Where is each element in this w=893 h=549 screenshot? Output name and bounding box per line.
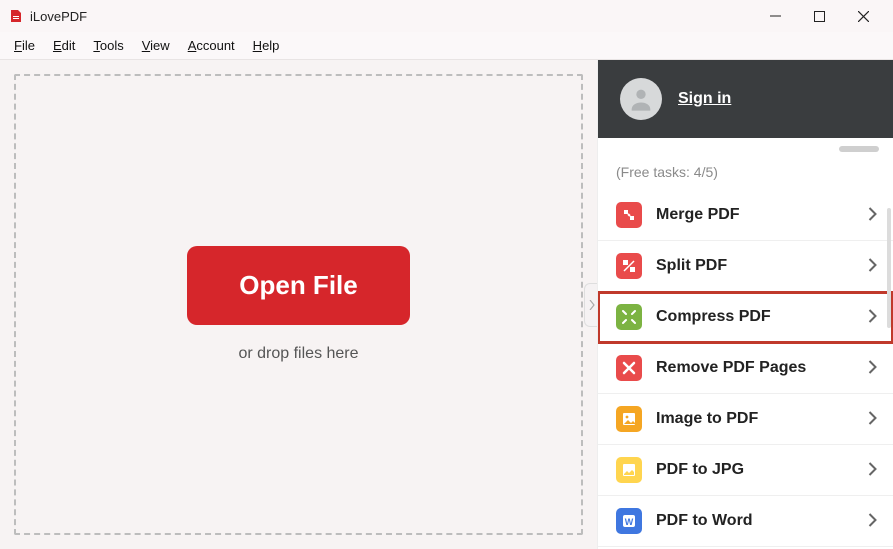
window-title: iLovePDF	[30, 9, 87, 24]
compress-icon	[616, 304, 642, 330]
tool-list: Merge PDF Split PDF Compress PDF Remove PDF…	[598, 190, 893, 547]
scrollbar[interactable]	[887, 208, 891, 328]
open-file-button[interactable]: Open File	[187, 246, 409, 325]
chevron-right-icon	[868, 411, 877, 428]
title-bar: iLovePDF	[0, 0, 893, 32]
tool-item-image-to-pdf[interactable]: Image to PDF	[598, 394, 893, 445]
tool-label: PDF to Word	[656, 512, 854, 530]
chevron-right-icon	[868, 360, 877, 377]
tool-item-pdf-to-word[interactable]: PDF to Word	[598, 496, 893, 547]
image-icon	[616, 406, 642, 432]
menu-help[interactable]: Help	[245, 36, 288, 55]
chevron-right-icon	[868, 258, 877, 275]
app-icon	[8, 8, 24, 24]
menu-file[interactable]: File	[6, 36, 43, 55]
sidebar: Sign in (Free tasks: 4/5) Merge PDF Split…	[597, 60, 893, 549]
merge-icon	[616, 202, 642, 228]
drop-hint: or drop files here	[238, 345, 358, 363]
content-row: Open File or drop files here Sign in (Fr…	[0, 60, 893, 549]
menu-edit[interactable]: Edit	[45, 36, 83, 55]
chevron-right-icon	[868, 462, 877, 479]
menu-tools[interactable]: Tools	[85, 36, 131, 55]
sign-in-link[interactable]: Sign in	[678, 90, 731, 108]
tool-label: PDF to JPG	[656, 461, 854, 479]
tool-label: Split PDF	[656, 257, 854, 275]
chevron-right-icon	[868, 513, 877, 530]
menu-account[interactable]: Account	[180, 36, 243, 55]
pdf2word-icon	[616, 508, 642, 534]
sidebar-drag-handle[interactable]	[598, 138, 893, 160]
split-icon	[616, 253, 642, 279]
tool-label: Remove PDF Pages	[656, 359, 854, 377]
tool-label: Compress PDF	[656, 308, 854, 326]
menu-bar: File Edit Tools View Account Help	[0, 32, 893, 60]
tool-item-remove-pdf-pages[interactable]: Remove PDF Pages	[598, 343, 893, 394]
avatar-icon	[620, 78, 662, 120]
left-pane: Open File or drop files here	[0, 60, 597, 549]
maximize-button[interactable]	[797, 2, 841, 30]
sidebar-header: Sign in	[598, 60, 893, 138]
tool-item-compress-pdf[interactable]: Compress PDF	[598, 292, 893, 343]
tool-label: Merge PDF	[656, 206, 854, 224]
menu-view[interactable]: View	[134, 36, 178, 55]
pdf2jpg-icon	[616, 457, 642, 483]
minimize-button[interactable]	[753, 2, 797, 30]
chevron-right-icon	[868, 309, 877, 326]
sidebar-collapse-handle[interactable]	[584, 283, 598, 327]
drop-zone[interactable]: Open File or drop files here	[14, 74, 583, 535]
tool-item-split-pdf[interactable]: Split PDF	[598, 241, 893, 292]
free-tasks-label: (Free tasks: 4/5)	[598, 160, 893, 190]
tool-item-merge-pdf[interactable]: Merge PDF	[598, 190, 893, 241]
tool-item-pdf-to-jpg[interactable]: PDF to JPG	[598, 445, 893, 496]
close-button[interactable]	[841, 2, 885, 30]
chevron-right-icon	[868, 207, 877, 224]
remove-icon	[616, 355, 642, 381]
tool-label: Image to PDF	[656, 410, 854, 428]
